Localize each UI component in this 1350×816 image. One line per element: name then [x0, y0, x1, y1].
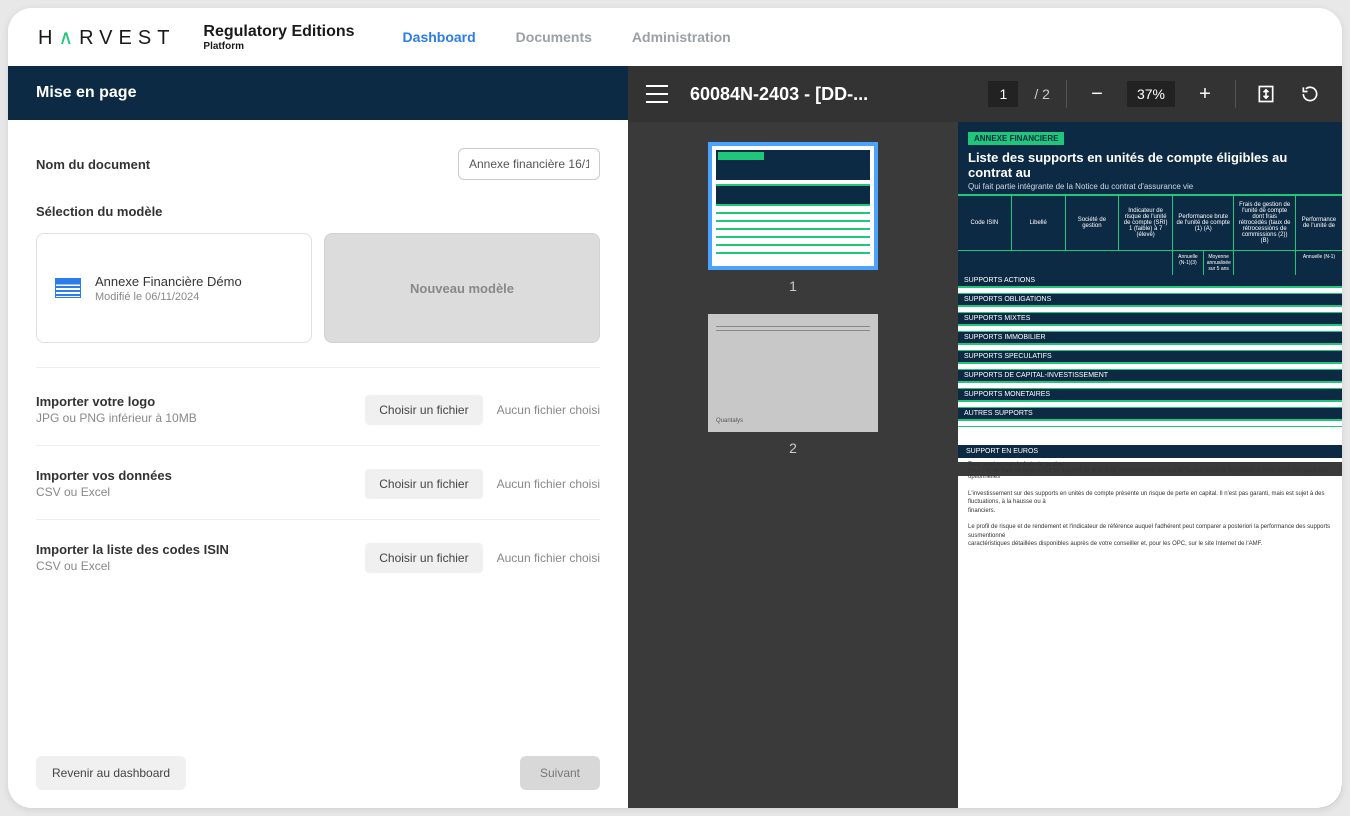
import-isin-sub: CSV ou Excel	[36, 559, 365, 573]
thumbnail-1[interactable]: 1	[708, 142, 878, 294]
choose-file-logo-button[interactable]: Choisir un fichier	[365, 395, 482, 425]
euro-body: Taux servi en net de frais de gestion : …	[958, 458, 1342, 484]
col-isin: Code ISIN	[958, 196, 1012, 250]
top-bar: H∧RVEST Regulatory Editions Platform Das…	[8, 8, 1342, 66]
rotate-icon[interactable]	[1296, 80, 1324, 108]
import-data-row: Importer vos données CSV ou Excel Choisi…	[36, 462, 600, 520]
import-isin-title: Importer la liste des codes ISIN	[36, 542, 365, 557]
pdf-doc-title: Liste des supports en unités de compte é…	[968, 150, 1332, 180]
import-isin-row: Importer la liste des codes ISIN CSV ou …	[36, 536, 600, 593]
doc-name-row: Nom du document	[36, 148, 600, 180]
pdf-table-header: Code ISIN Libellé Société de gestion Ind…	[958, 196, 1342, 250]
template-card-sub: Modifié le 06/11/2024	[95, 291, 242, 303]
col-libelle: Libellé	[1012, 196, 1066, 250]
preview-page-2: L'investissement sur des supports en uni…	[958, 476, 1342, 808]
doc-name-label: Nom du document	[36, 157, 458, 172]
next-button[interactable]: Suivant	[520, 756, 600, 790]
euro-line2: (taux net de frais de gestion sur ce sup…	[968, 468, 1332, 480]
euro-section: SUPPORT EN EUROS	[958, 445, 1342, 458]
subcol-1: Moyenne annualisée sur 5 ans	[1204, 251, 1235, 275]
import-logo-sub: JPG ou PNG inférieur à 10MB	[36, 411, 365, 425]
import-data-sub: CSV ou Excel	[36, 485, 365, 499]
left-panel: Mise en page Nom du document Sélection d…	[8, 66, 628, 808]
zoom-out-button[interactable]: −	[1083, 80, 1111, 108]
main-nav: Dashboard Documents Administration	[403, 29, 731, 45]
thumb-1-number: 1	[708, 278, 878, 294]
product-line2: Platform	[203, 41, 354, 52]
table-section: SUPPORTS OBLIGATIONS	[958, 294, 1342, 307]
template-row: Annexe Financière Démo Modifié le 06/11/…	[36, 233, 600, 343]
zoom-in-button[interactable]: +	[1191, 80, 1219, 108]
form-body: Nom du document Sélection du modèle Anne…	[8, 120, 628, 738]
content: Mise en page Nom du document Sélection d…	[8, 66, 1342, 808]
col-frais: Frais de gestion de l'unité de compte do…	[1234, 196, 1295, 250]
footer: Revenir au dashboard Suivant	[8, 738, 628, 808]
table-section: SUPPORTS MONETAIRES	[958, 389, 1342, 402]
table-section: SUPPORTS MIXTES	[958, 313, 1342, 326]
pdf-filename: 60084N-2403 - [DD-...	[690, 84, 868, 105]
zoom-level[interactable]: 37%	[1127, 81, 1175, 107]
import-logo-title: Importer votre logo	[36, 394, 365, 409]
toolbar-divider	[1066, 80, 1067, 108]
template-icon	[55, 278, 81, 298]
template-card-demo[interactable]: Annexe Financière Démo Modifié le 06/11/…	[36, 233, 312, 343]
nav-administration[interactable]: Administration	[632, 29, 731, 45]
preview-area[interactable]: ANNEXE FINANCIERE Liste des supports en …	[958, 122, 1342, 808]
nav-documents[interactable]: Documents	[516, 29, 592, 45]
col-risque: Indicateur de risque de l'unité de compt…	[1119, 196, 1173, 250]
template-card-title: Annexe Financière Démo	[95, 274, 242, 289]
choose-file-data-button[interactable]: Choisir un fichier	[365, 469, 482, 499]
table-section: SUPPORTS SPECULATIFS	[958, 351, 1342, 364]
thumbnail-2[interactable]: Quantalys 2	[708, 314, 878, 456]
col-societe: Société de gestion	[1066, 196, 1120, 250]
file-status-isin: Aucun fichier choisi	[497, 551, 600, 565]
template-card-new[interactable]: Nouveau modèle	[324, 233, 600, 343]
pdf-body: 1 Quantalys 2 ANNEXE FINANCIERE	[628, 122, 1342, 808]
fit-page-icon[interactable]	[1252, 80, 1280, 108]
thumbnail-panel[interactable]: 1 Quantalys 2	[628, 122, 958, 808]
brand-logo: H∧RVEST	[38, 25, 175, 50]
preview-page-1: ANNEXE FINANCIERE Liste des supports en …	[958, 122, 1342, 462]
template-new-label: Nouveau modèle	[410, 281, 514, 296]
thumb-2-number: 2	[708, 440, 878, 456]
p2-line4: caractéristiques détaillées disponibles …	[968, 540, 1332, 548]
table-section: SUPPORTS IMMOBILIER	[958, 332, 1342, 345]
choose-file-isin-button[interactable]: Choisir un fichier	[365, 543, 482, 573]
pdf-preview-panel: 60084N-2403 - [DD-... / 2 − 37% +	[628, 66, 1342, 808]
template-label: Sélection du modèle	[36, 204, 600, 219]
import-logo-row: Importer votre logo JPG ou PNG inférieur…	[36, 388, 600, 446]
nav-dashboard[interactable]: Dashboard	[403, 29, 476, 45]
pdf-doc-subtitle: Qui fait partie intégrante de la Notice …	[968, 182, 1332, 191]
p2-line2: financiers.	[968, 507, 1332, 515]
table-section: AUTRES SUPPORTS	[958, 408, 1342, 421]
table-section: SUPPORTS ACTIONS	[958, 275, 1342, 288]
doc-name-input[interactable]	[458, 148, 600, 180]
table-section: SUPPORTS DE CAPITAL-INVESTISSEMENT	[958, 370, 1342, 383]
col-perf-brute: Performance brute de l'unité de compte (…	[1173, 196, 1234, 250]
subcol-0: Annuelle (N-1)(3)	[1173, 251, 1204, 275]
p2-line3: Le profil de risque et de rendement et l…	[968, 523, 1332, 540]
col-perf: Performance de l'unité de	[1296, 196, 1342, 250]
app-window: H∧RVEST Regulatory Editions Platform Das…	[8, 8, 1342, 808]
page-input[interactable]	[988, 81, 1018, 107]
pdf-toolbar: 60084N-2403 - [DD-... / 2 − 37% +	[628, 66, 1342, 122]
subcol-3: Annuelle (N-1)	[1296, 251, 1342, 275]
file-status-data: Aucun fichier choisi	[497, 477, 600, 491]
import-data-title: Importer vos données	[36, 468, 365, 483]
page-title: Mise en page	[8, 66, 628, 120]
menu-icon[interactable]	[646, 85, 668, 103]
page-total: / 2	[1034, 86, 1050, 102]
p2-line1: L'investissement sur des supports en uni…	[968, 490, 1332, 507]
divider	[36, 367, 600, 368]
pdf-table: Code ISIN Libellé Société de gestion Ind…	[958, 194, 1342, 484]
back-button[interactable]: Revenir au dashboard	[36, 756, 186, 790]
template-text: Annexe Financière Démo Modifié le 06/11/…	[95, 274, 242, 303]
product-line1: Regulatory Editions	[203, 23, 354, 41]
toolbar-divider2	[1235, 80, 1236, 108]
file-status-logo: Aucun fichier choisi	[497, 403, 600, 417]
product-label: Regulatory Editions Platform	[203, 23, 354, 52]
annex-badge: ANNEXE FINANCIERE	[968, 132, 1064, 145]
